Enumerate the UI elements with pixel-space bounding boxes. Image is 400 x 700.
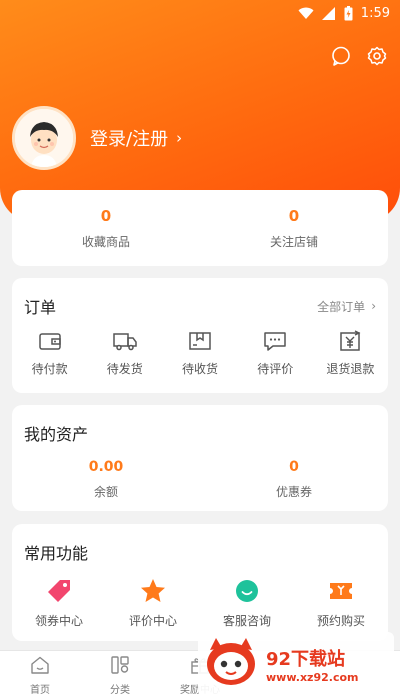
wallet-icon (38, 330, 62, 352)
wifi-icon (298, 7, 314, 20)
comment-icon (263, 330, 287, 352)
stats-card: 0 收藏商品 0 关注店铺 (12, 190, 388, 266)
order-item-label: 待付款 (31, 362, 68, 376)
watermark-url: www.xz92.com (266, 670, 359, 684)
coupon-stat[interactable]: 0 优惠券 (200, 459, 388, 500)
tag-icon (46, 578, 72, 604)
balance-value: 0.00 (88, 459, 124, 475)
tab-label: 首页 (30, 684, 50, 696)
message-icon[interactable] (330, 45, 352, 67)
chevron-right-icon: › (371, 299, 376, 313)
signal-icon (321, 6, 336, 20)
order-item-label: 待发货 (106, 362, 143, 376)
feature-label: 客服咨询 (222, 614, 271, 628)
status-bar: 1:59 (0, 0, 400, 26)
feature-label: 预约购买 (316, 614, 365, 628)
orders-card: 订单 全部订单 › 待付款 待发货 待收货 待评价 退货退款 (12, 278, 388, 393)
watermark-logo: 92下载站 www.xz92.com (198, 632, 394, 696)
followed-stores-stat[interactable]: 0 关注店铺 (200, 190, 388, 266)
avatar[interactable] (12, 106, 76, 170)
all-orders-link[interactable]: 全部订单 › (317, 298, 376, 315)
order-pending-payment[interactable]: 待付款 (12, 330, 87, 377)
reservation-purchase-button[interactable]: 预约购买 (294, 578, 388, 629)
order-item-label: 退货退款 (326, 362, 375, 376)
watermark-mascot-icon (202, 634, 260, 694)
feature-label: 评价中心 (128, 614, 177, 628)
category-icon (110, 655, 130, 678)
truck-icon (112, 330, 138, 352)
order-refund[interactable]: 退货退款 (313, 330, 388, 377)
package-icon (188, 330, 212, 352)
coupon-value: 0 (289, 459, 299, 475)
login-register-label[interactable]: 登录/注册 (90, 125, 168, 151)
ticket-icon (328, 578, 354, 604)
tab-category[interactable]: 分类 (80, 651, 160, 700)
coupon-center-button[interactable]: 领券中心 (12, 578, 106, 629)
header-actions (330, 45, 388, 67)
watermark-title: 92下载站 (266, 648, 346, 670)
customer-service-button[interactable]: 客服咨询 (200, 578, 294, 629)
refund-icon (338, 330, 362, 352)
order-pending-shipment[interactable]: 待发货 (87, 330, 162, 377)
star-icon (140, 578, 166, 604)
order-item-label: 待评价 (257, 362, 294, 376)
feature-label: 领券中心 (34, 614, 83, 628)
followed-stores-label: 关注店铺 (269, 234, 318, 249)
smile-icon (234, 578, 260, 604)
favorites-stat[interactable]: 0 收藏商品 (12, 190, 200, 266)
common-functions-title: 常用功能 (24, 544, 89, 563)
balance-label: 余额 (93, 485, 118, 499)
common-functions-card: 常用功能 领券中心 评价中心 客服咨询 预约购买 (12, 524, 388, 641)
home-icon (30, 656, 50, 678)
all-orders-label: 全部订单 (317, 299, 366, 314)
orders-title: 订单 (24, 298, 57, 317)
login-entry[interactable]: 登录/注册 › (12, 106, 182, 170)
favorites-count: 0 (100, 206, 112, 225)
favorites-label: 收藏商品 (81, 234, 130, 249)
order-pending-review[interactable]: 待评价 (238, 330, 313, 377)
assets-card: 我的资产 0.00 余额 0 优惠券 (12, 405, 388, 511)
order-item-label: 待收货 (182, 362, 219, 376)
followed-stores-count: 0 (288, 206, 300, 225)
order-pending-receipt[interactable]: 待收货 (162, 330, 237, 377)
review-center-button[interactable]: 评价中心 (106, 578, 200, 629)
coupon-label: 优惠券 (275, 485, 312, 499)
tab-label: 分类 (110, 684, 130, 696)
status-time: 1:59 (360, 5, 390, 21)
balance-stat[interactable]: 0.00 余额 (12, 459, 200, 500)
settings-gear-icon[interactable] (366, 45, 388, 67)
assets-title: 我的资产 (24, 425, 89, 444)
battery-icon (344, 5, 353, 21)
chevron-right-icon: › (176, 129, 183, 147)
tab-home[interactable]: 首页 (0, 651, 80, 700)
